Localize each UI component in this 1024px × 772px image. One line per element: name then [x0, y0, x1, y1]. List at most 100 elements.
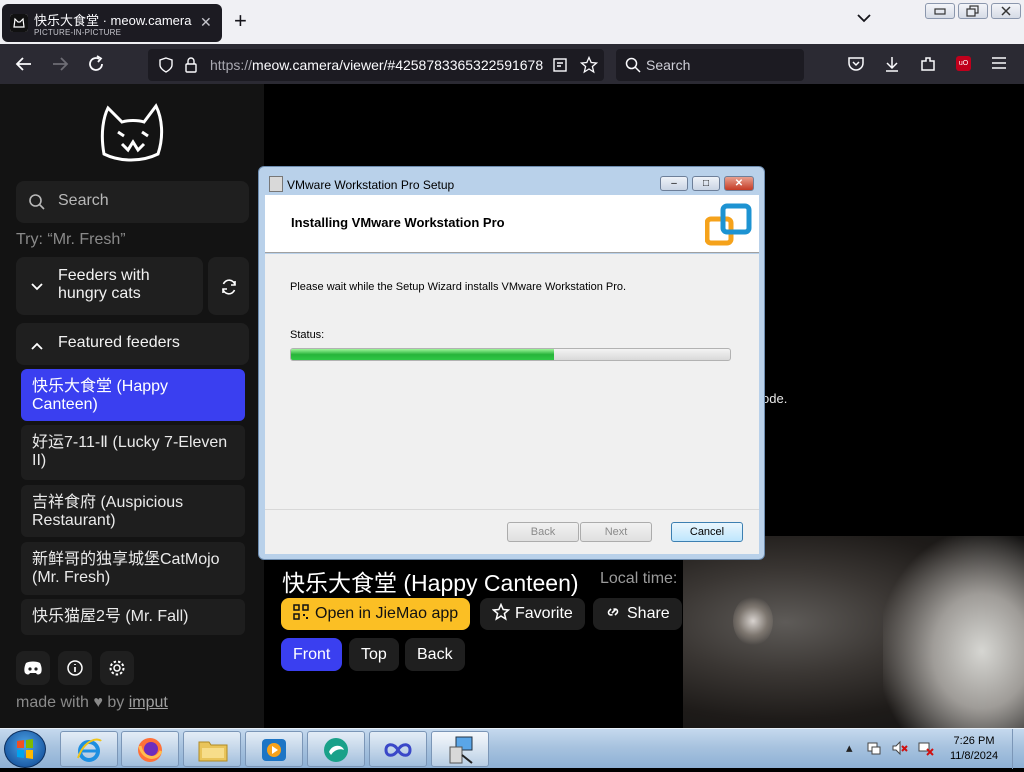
view-back-button[interactable]: Back: [405, 638, 465, 671]
made-with-credit: made with ♥ by imput: [16, 694, 168, 712]
cat-logo-icon[interactable]: [98, 102, 168, 169]
taskbar-app-infinity[interactable]: [369, 731, 427, 767]
link-icon: [607, 608, 619, 616]
dialog-maximize-icon[interactable]: □: [692, 176, 720, 191]
hungry-feeders-toggle[interactable]: Feeders with hungry cats: [16, 257, 203, 315]
dialog-minimize-icon[interactable]: –: [660, 176, 688, 191]
installer-dialog: VMware Workstation Pro Setup – □ ✕ Insta…: [258, 166, 765, 560]
reload-icon[interactable]: [86, 54, 106, 79]
favorite-button[interactable]: Favorite: [480, 598, 585, 630]
search-icon: [625, 57, 641, 78]
cat-favicon-icon: [10, 14, 28, 32]
network-icon[interactable]: [918, 740, 934, 759]
open-in-app-label: Open in JieMao app: [315, 605, 459, 622]
dialog-body: Please wait while the Setup Wizard insta…: [265, 254, 759, 509]
search-icon: [28, 193, 46, 216]
taskbar: ▴ 7:26 PM 11/8/2024: [0, 728, 1024, 769]
taskbar-firefox[interactable]: [121, 731, 179, 767]
media-player-icon: [260, 737, 288, 768]
url-bar[interactable]: https://meow.camera/viewer/#425878336532…: [148, 49, 604, 81]
share-button[interactable]: Share: [593, 598, 682, 630]
menu-hamburger-icon[interactable]: [991, 56, 1007, 75]
info-icon[interactable]: [58, 651, 92, 685]
sidebar: Search Try: “Mr. Fresh” Feeders with hun…: [0, 84, 264, 728]
feeder-item-auspicious-restaurant[interactable]: 吉祥食府 (Auspicious Restaurant): [21, 485, 245, 537]
favorite-label: Favorite: [515, 605, 573, 622]
tab-strip: 快乐大食堂 · meow.camera PICTURE-IN-PICTURE ✕…: [0, 0, 1024, 44]
install-progress-bar: [290, 348, 731, 361]
install-message: Please wait while the Setup Wizard insta…: [290, 281, 627, 293]
tab-subtitle: PICTURE-IN-PICTURE: [34, 28, 122, 37]
feeder-item-mr-fall[interactable]: 快乐猫屋2号 (Mr. Fall): [21, 599, 245, 635]
ublock-origin-icon[interactable]: uO: [956, 56, 971, 71]
view-top-button[interactable]: Top: [349, 638, 399, 671]
author-link[interactable]: imput: [129, 694, 168, 711]
star-icon: [491, 602, 511, 621]
start-button-windows-icon[interactable]: [4, 730, 46, 768]
cancel-button[interactable]: Cancel: [671, 522, 743, 542]
show-hidden-icons-icon[interactable]: ▴: [846, 740, 853, 756]
taskbar-app-teal[interactable]: [307, 731, 365, 767]
chevron-down-icon: [30, 279, 44, 297]
taskbar-internet-explorer[interactable]: [60, 731, 118, 767]
bookmark-star-icon[interactable]: [579, 55, 599, 79]
search-bar[interactable]: Search: [616, 49, 804, 81]
search-placeholder: Search: [646, 57, 691, 73]
made-with-prefix: made with: [16, 694, 89, 711]
pip-video-window[interactable]: [683, 536, 1024, 728]
share-label: Share: [627, 605, 670, 622]
forward-arrow-icon[interactable]: [50, 54, 70, 79]
extensions-icon[interactable]: [919, 55, 937, 78]
video-background-light: [883, 536, 1024, 728]
feeder-item-mr-fresh[interactable]: 新鲜哥的独享城堡CatMojo (Mr. Fresh): [21, 542, 245, 595]
discord-icon[interactable]: [16, 651, 50, 685]
refresh-button[interactable]: [208, 257, 249, 315]
browser-tab[interactable]: 快乐大食堂 · meow.camera PICTURE-IN-PICTURE ✕: [2, 4, 222, 42]
dialog-title: VMware Workstation Pro Setup: [287, 178, 455, 192]
featured-feeders-label: Featured feeders: [58, 334, 180, 351]
downloads-icon[interactable]: [883, 55, 901, 78]
dialog-footer: Back Next Cancel: [265, 509, 759, 554]
taskbar-media-player[interactable]: [245, 731, 303, 767]
minimize-window-icon[interactable]: [925, 3, 955, 19]
chevron-down-icon[interactable]: [856, 10, 872, 28]
search-hint: Try: “Mr. Fresh”: [16, 231, 126, 248]
restore-window-icon[interactable]: [958, 3, 988, 19]
dialog-close-icon[interactable]: ✕: [724, 176, 754, 191]
tab-close-icon[interactable]: ✕: [200, 14, 212, 31]
video-cat-highlight: [733, 596, 773, 646]
close-window-icon[interactable]: [991, 3, 1021, 19]
open-in-app-button[interactable]: Open in JieMao app: [281, 598, 471, 630]
installer-app-icon: [269, 176, 283, 192]
featured-feeders-toggle[interactable]: Featured feeders: [16, 323, 249, 365]
feeder-item-happy-canteen[interactable]: 快乐大食堂 (Happy Canteen): [21, 369, 245, 421]
feeder-item-lucky-7-eleven[interactable]: 好运7-11-Ⅱ (Lucky 7-Eleven II): [21, 425, 245, 480]
lock-icon[interactable]: [184, 56, 198, 79]
made-with-by: by: [107, 694, 125, 711]
tab-title: 快乐大食堂 · meow.camera: [34, 13, 192, 28]
hungry-feeders-label: Feeders with hungry cats: [58, 267, 150, 302]
pocket-icon[interactable]: [847, 55, 865, 78]
internet-explorer-icon: [75, 736, 103, 769]
feed-title: 快乐大食堂 (Happy Canteen): [282, 570, 579, 596]
show-desktop-button[interactable]: [1012, 729, 1024, 769]
url-text[interactable]: https://meow.camera/viewer/#425878336532…: [210, 57, 550, 73]
back-button[interactable]: Back: [507, 522, 579, 542]
back-arrow-icon[interactable]: [14, 54, 34, 79]
sidebar-search-input[interactable]: Search: [16, 181, 249, 223]
status-label: Status:: [290, 329, 325, 341]
nav-toolbar: https://meow.camera/viewer/#425878336532…: [0, 44, 1024, 84]
action-center-flag-icon[interactable]: [866, 740, 882, 759]
view-front-button[interactable]: Front: [281, 638, 343, 671]
volume-muted-icon[interactable]: [891, 740, 909, 759]
dialog-header: Installing VMware Workstation Pro: [265, 195, 759, 253]
taskbar-vmware-installer[interactable]: [431, 731, 489, 767]
gear-icon[interactable]: [100, 651, 134, 685]
taskbar-clock[interactable]: 7:26 PM 11/8/2024: [944, 734, 1004, 764]
new-tab-icon[interactable]: +: [234, 8, 247, 34]
shield-icon[interactable]: [158, 57, 174, 78]
reader-view-icon[interactable]: [552, 57, 568, 78]
taskbar-file-explorer[interactable]: [183, 731, 241, 767]
url-protocol: https://: [210, 57, 253, 73]
next-button[interactable]: Next: [580, 522, 652, 542]
